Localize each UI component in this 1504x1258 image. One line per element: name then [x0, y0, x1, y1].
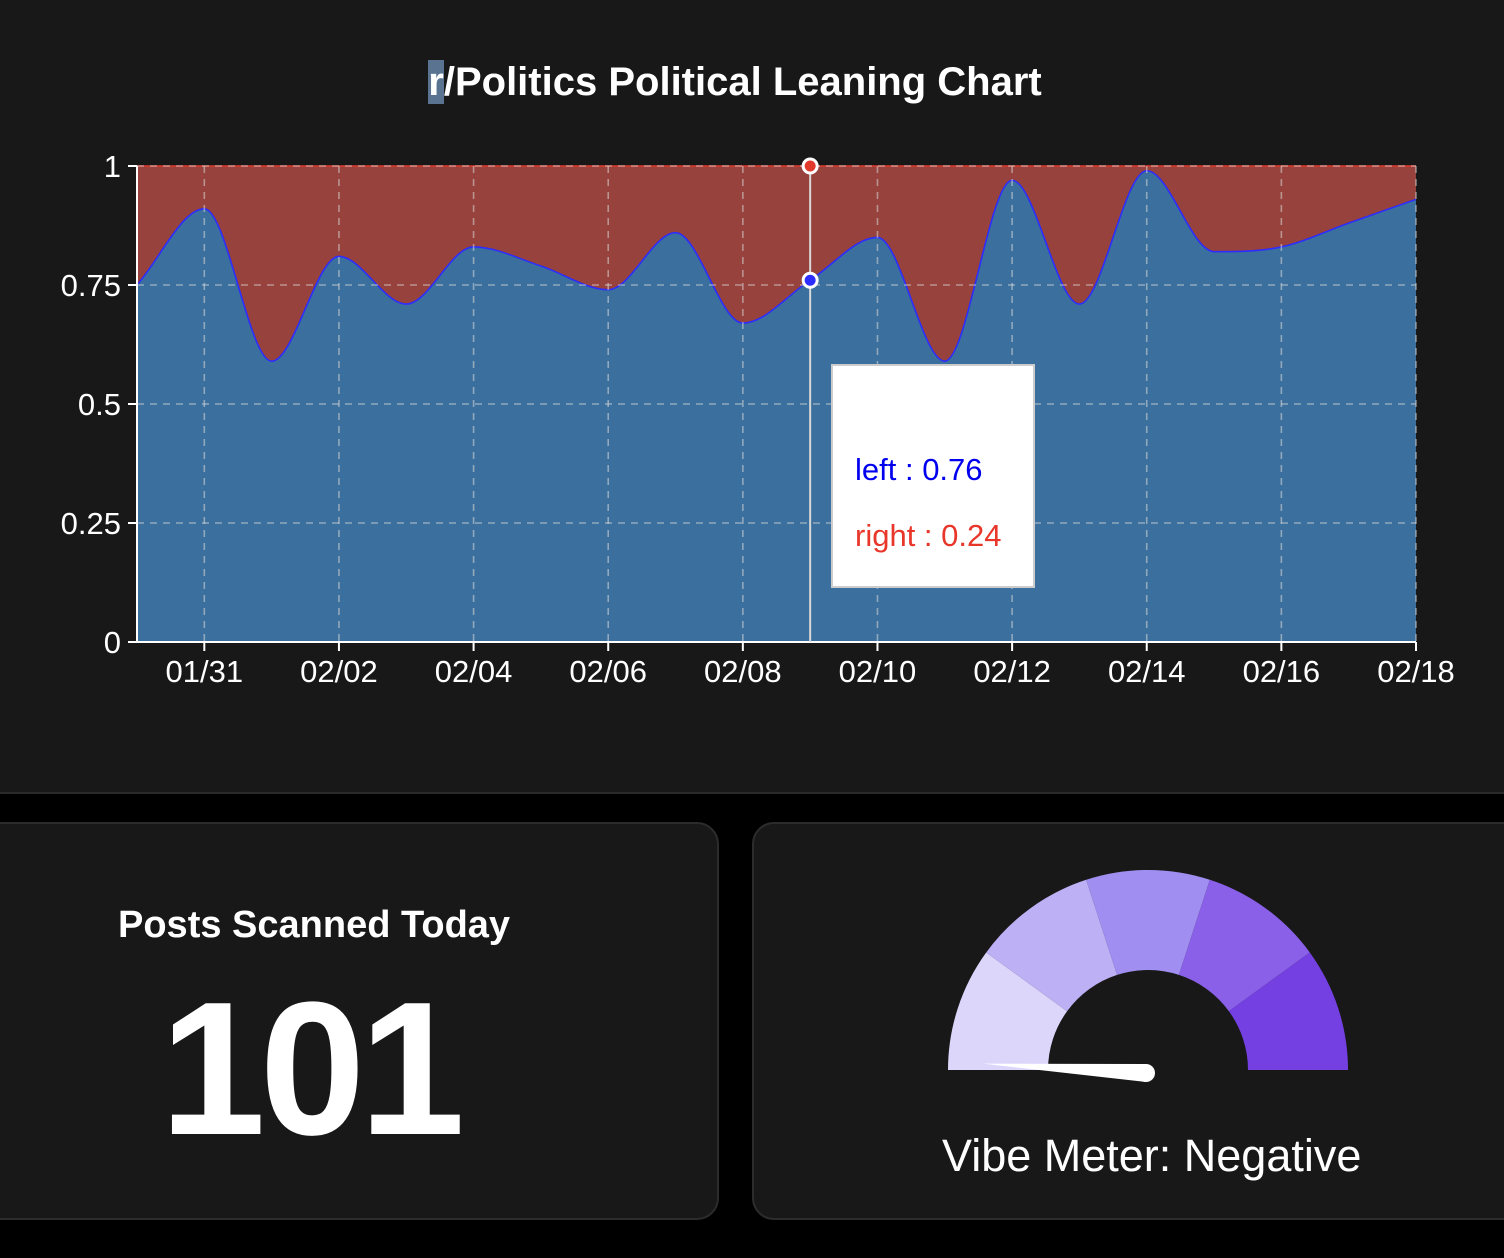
gauge-layer [948, 870, 1348, 1082]
x-tick-label: 02/02 [300, 654, 378, 689]
chart-tooltip: left : 0.76 right : 0.24 [831, 364, 1035, 588]
x-tick-label: 02/08 [704, 654, 782, 689]
x-tick-label: 02/06 [569, 654, 647, 689]
gauge-needle-hub [1137, 1064, 1155, 1082]
hover-point-right [801, 157, 819, 175]
vibe-meter-label: Vibe Meter: Negative [942, 1130, 1362, 1181]
x-tick-label: 02/14 [1108, 654, 1186, 689]
x-tick-label: 02/12 [973, 654, 1051, 689]
y-tick-label: 0.5 [78, 387, 121, 422]
x-tick-label: 01/31 [166, 654, 244, 689]
hover-point-left [801, 271, 819, 289]
posts-scanned-count: 101 [160, 963, 465, 1175]
y-tick-label: 0.75 [61, 268, 121, 303]
posts-scanned-label: Posts Scanned Today [118, 904, 511, 946]
x-tick-label: 02/16 [1243, 654, 1321, 689]
leaning-area-chart[interactable]: 0 0.25 0.5 0.75 1 01/31 02/02 02/04 02/06 02/08 02… [0, 0, 1504, 792]
y-tick-label: 0.25 [61, 506, 121, 541]
y-tick-label: 0 [104, 625, 121, 660]
x-tick-label: 02/18 [1377, 654, 1455, 689]
posts-scanned-card: Posts Scanned Today 101 [0, 822, 719, 1220]
y-tick-label: 1 [104, 149, 121, 184]
x-tick-label: 02/10 [839, 654, 917, 689]
tooltip-right-value: right : 0.24 [855, 518, 1002, 553]
chart-panel: r/Politics Political Leaning Chart 0 0.25… [0, 0, 1504, 794]
vibe-meter-card: Vibe Meter: Negative [752, 822, 1504, 1220]
x-tick-label: 02/04 [435, 654, 513, 689]
tooltip-left-value: left : 0.76 [855, 452, 983, 487]
gauge-needle [983, 1063, 1147, 1082]
